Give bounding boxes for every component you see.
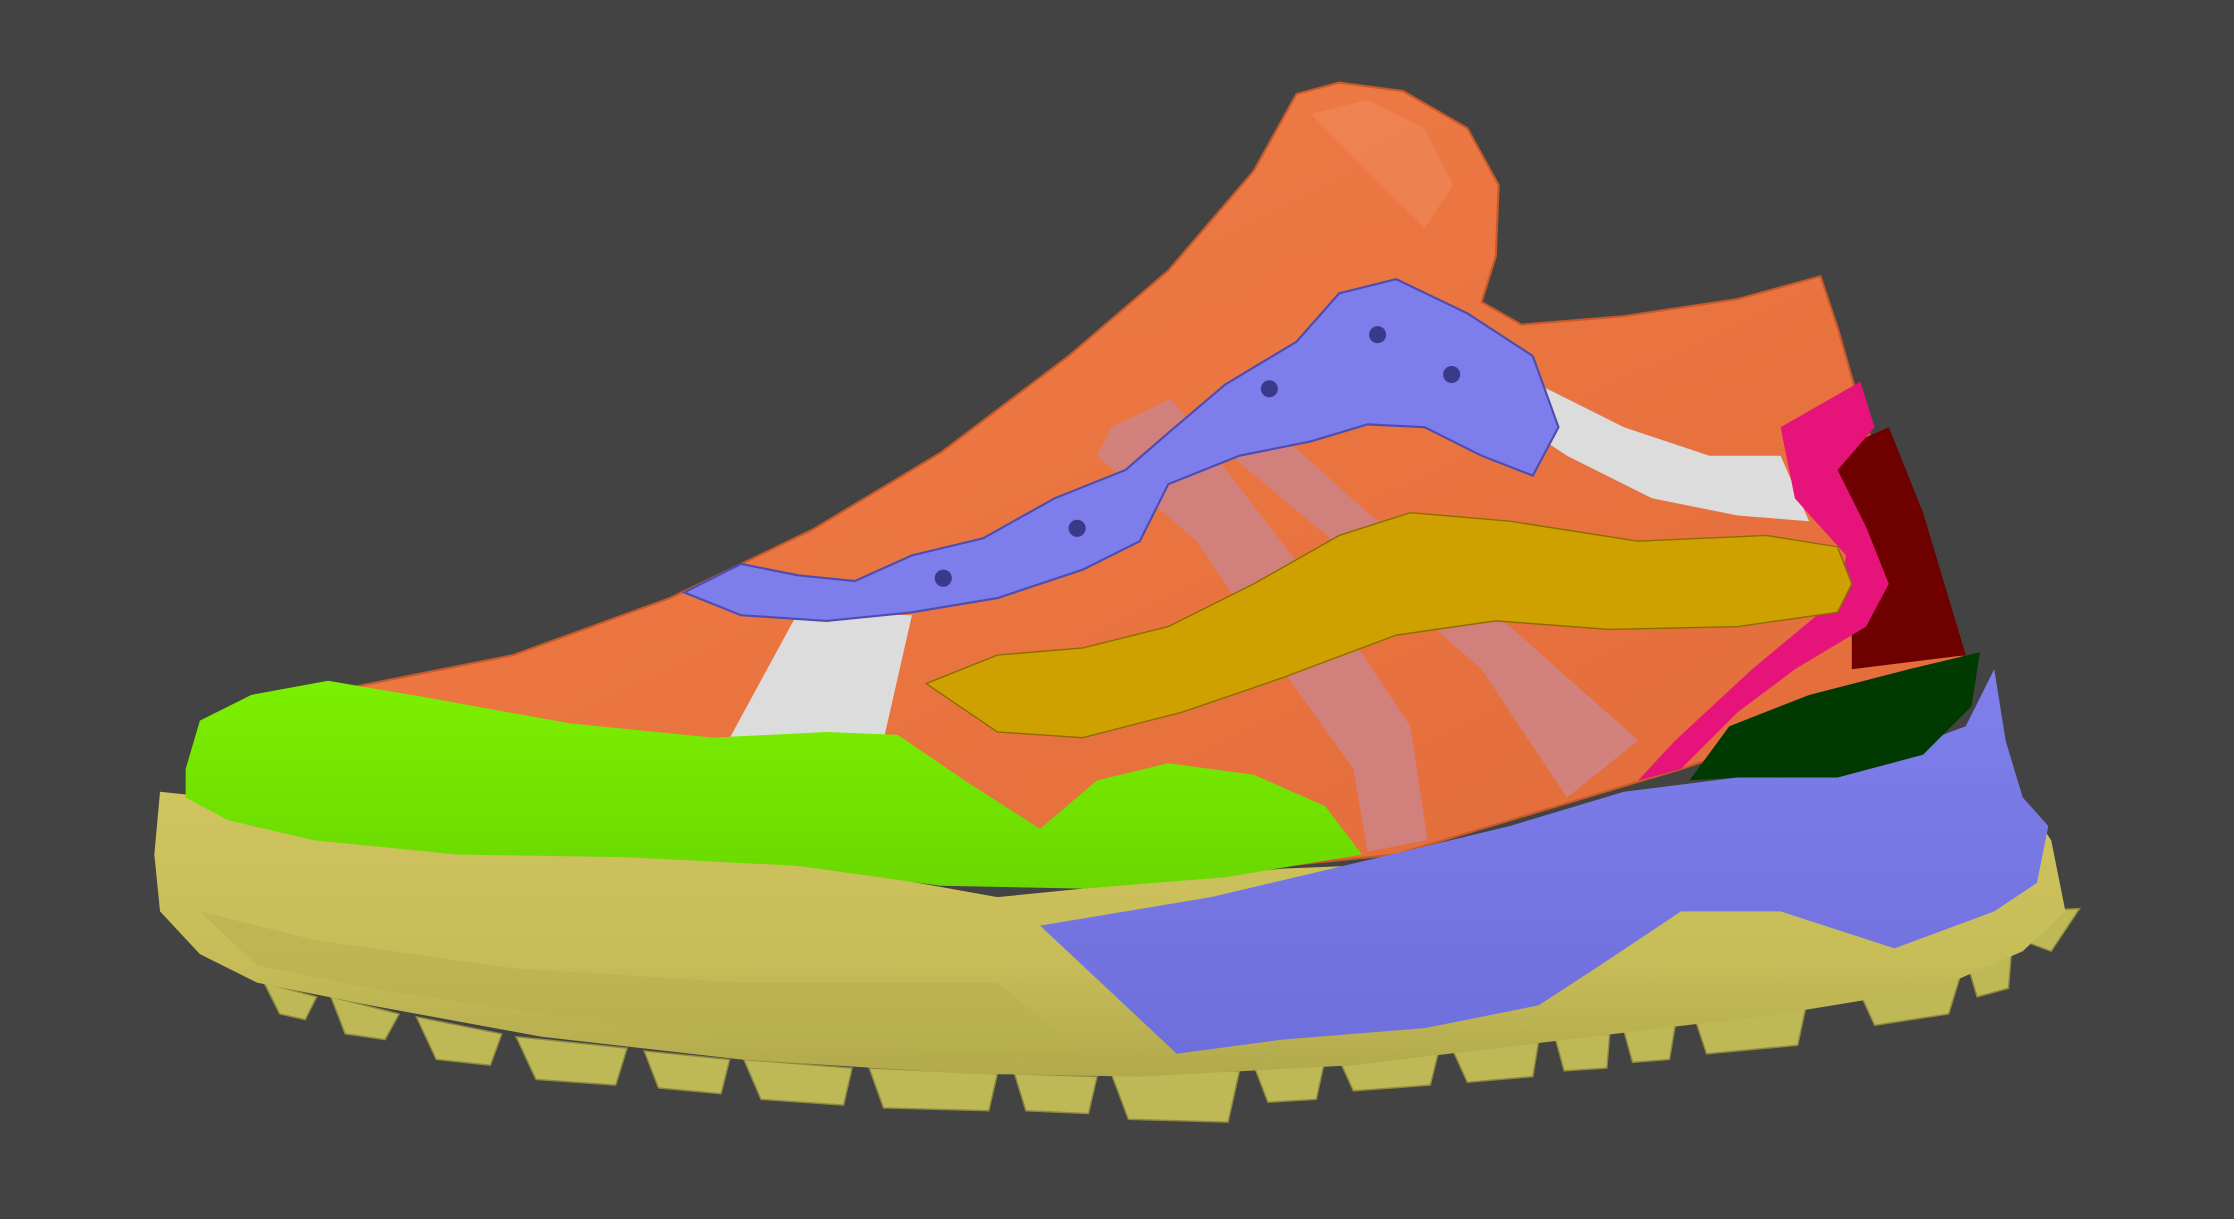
3d-viewport[interactable] (0, 0, 2234, 1219)
sneaker-render (154, 81, 2082, 1123)
